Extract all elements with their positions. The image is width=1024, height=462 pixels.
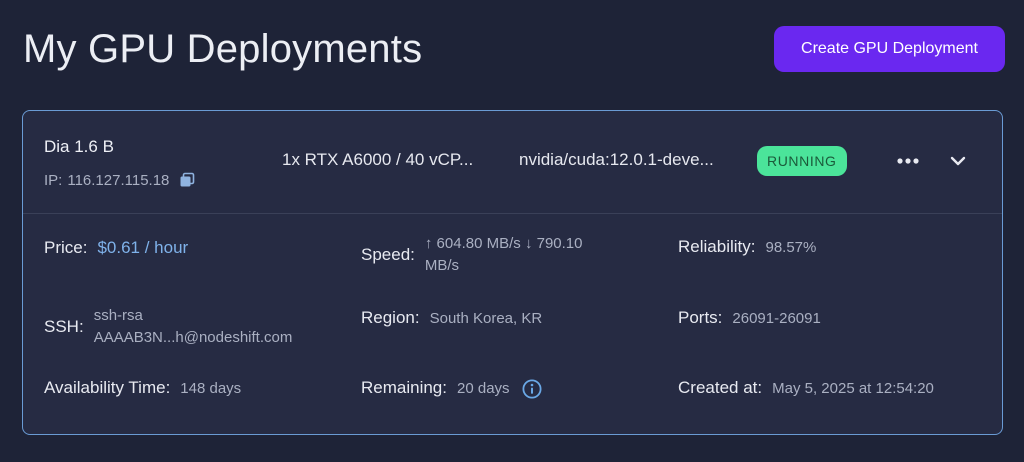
info-icon[interactable]	[522, 379, 542, 399]
region-value: South Korea, KR	[429, 310, 543, 327]
ssh-value-line2: AAAAB3N...h@nodeshift.com	[93, 329, 293, 346]
region-label: Region:	[361, 308, 420, 327]
reliability-label: Reliability:	[678, 237, 756, 256]
speed-label: Speed:	[361, 245, 415, 264]
create-gpu-deployment-button[interactable]: Create GPU Deployment	[774, 26, 1005, 72]
remaining-value: 20 days	[457, 380, 510, 397]
created-at-value: May 5, 2025 at 12:54:20	[772, 380, 934, 397]
price-value: $0.61 / hour	[97, 238, 189, 257]
more-options-button[interactable]	[893, 149, 923, 173]
created-at-detail: Created at: May 5, 2025 at 12:54:20	[678, 378, 934, 400]
speed-detail: Speed: ↑ 604.80 MB/s ↓ 790.10 MB/s	[361, 233, 583, 277]
ssh-value-line1: ssh-rsa	[93, 307, 143, 324]
reliability-detail: Reliability: 98.57%	[678, 237, 816, 259]
price-detail: Price: $0.61 / hour	[44, 237, 188, 259]
availability-value: 148 days	[180, 380, 242, 397]
remaining-label: Remaining:	[361, 378, 447, 397]
ssh-value: ssh-rsa AAAAB3N...h@nodeshift.com	[94, 305, 293, 349]
ip-value: 116.127.115.18	[67, 171, 170, 189]
deployment-card-header[interactable]: Dia 1.6 B IP: 116.127.115.18 1x RTX A600…	[23, 111, 1002, 214]
status-badge: RUNNING	[757, 146, 847, 176]
ports-value: 26091-26091	[732, 310, 821, 327]
ip-label: IP:	[44, 171, 63, 189]
ports-label: Ports:	[678, 308, 723, 327]
ssh-label: SSH:	[44, 317, 84, 336]
expand-button[interactable]	[945, 149, 971, 173]
container-image: nvidia/cuda:12.0.1-deve...	[519, 150, 714, 169]
ports-detail: Ports: 26091-26091	[678, 308, 821, 330]
price-label: Price:	[44, 238, 88, 257]
deployment-name: Dia 1.6 B	[44, 137, 114, 156]
gpu-configuration: 1x RTX A6000 / 40 vCP...	[282, 150, 474, 169]
speed-value-line1: ↑ 604.80 MB/s ↓ 790.10	[424, 235, 583, 252]
availability-detail: Availability Time: 148 days	[44, 378, 241, 400]
availability-label: Availability Time:	[44, 378, 171, 397]
gpu-deployments-page: My GPU Deployments Create GPU Deployment…	[0, 0, 1024, 462]
page-title: My GPU Deployments	[23, 27, 423, 71]
deployment-card: Dia 1.6 B IP: 116.127.115.18 1x RTX A600…	[22, 110, 1003, 435]
ssh-detail: SSH: ssh-rsa AAAAB3N...h@nodeshift.com	[44, 305, 292, 349]
speed-value: ↑ 604.80 MB/s ↓ 790.10 MB/s	[425, 233, 583, 277]
chevron-down-icon	[950, 156, 966, 166]
copy-icon[interactable]	[178, 171, 196, 189]
speed-value-line2: MB/s	[424, 257, 460, 274]
more-horizontal-icon	[897, 158, 919, 164]
created-at-label: Created at:	[678, 378, 763, 397]
deployment-ip: IP: 116.127.115.18	[44, 171, 196, 189]
region-detail: Region: South Korea, KR	[361, 308, 542, 330]
reliability-value: 98.57%	[765, 239, 817, 256]
remaining-detail: Remaining: 20 days	[361, 378, 542, 400]
